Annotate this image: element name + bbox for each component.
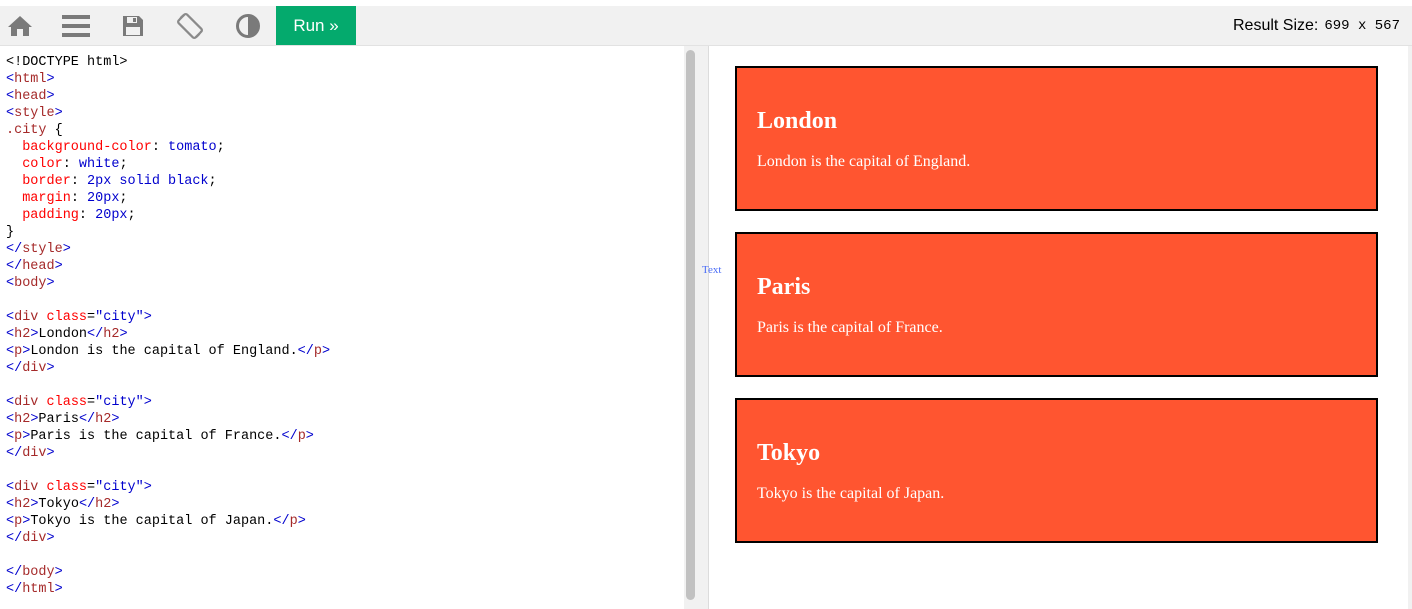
scrollbar-thumb[interactable]: [686, 50, 695, 600]
result-size-value: 699 x 567: [1324, 17, 1400, 34]
home-icon[interactable]: [0, 6, 40, 45]
city-card-tokyo: Tokyo Tokyo is the capital of Japan.: [735, 398, 1378, 543]
code-line[interactable]: padding: 20px;: [6, 207, 330, 224]
pane-divider[interactable]: [698, 46, 709, 609]
result-edge: [1408, 46, 1412, 609]
code-line[interactable]: <div class="city">: [6, 309, 330, 326]
code-line[interactable]: <html>: [6, 71, 330, 88]
code-line[interactable]: <style>: [6, 105, 330, 122]
city-heading: Tokyo: [757, 440, 821, 466]
menu-icon[interactable]: [56, 6, 96, 45]
code-line[interactable]: [6, 377, 330, 394]
code-line[interactable]: </div>: [6, 445, 330, 462]
code-line[interactable]: [6, 547, 330, 564]
code-line[interactable]: color: white;: [6, 156, 330, 173]
code-line[interactable]: </style>: [6, 241, 330, 258]
code-line[interactable]: [6, 292, 330, 309]
result-pane: Text London London is the capital of Eng…: [702, 46, 1408, 609]
code-line[interactable]: <p>Paris is the capital of France.</p>: [6, 428, 330, 445]
code-line[interactable]: <h2>Tokyo</h2>: [6, 496, 330, 513]
code-line[interactable]: <!DOCTYPE html>: [6, 54, 330, 71]
code-line[interactable]: <h2>Paris</h2>: [6, 411, 330, 428]
code-line[interactable]: }: [6, 224, 330, 241]
rotate-icon[interactable]: [170, 6, 210, 45]
code-line[interactable]: border: 2px solid black;: [6, 173, 330, 190]
code-line[interactable]: background-color: tomato;: [6, 139, 330, 156]
code-editor[interactable]: <!DOCTYPE html> <html> <head> <style> .city …: [0, 46, 684, 609]
code-line[interactable]: <body>: [6, 275, 330, 292]
city-text: Paris is the capital of France.: [757, 319, 943, 336]
result-size-label: Result Size:: [1233, 16, 1319, 34]
code-line[interactable]: </html>: [6, 581, 330, 598]
city-card-london: London London is the capital of England.: [735, 66, 1378, 211]
code-line[interactable]: [6, 462, 330, 479]
city-heading: London: [757, 108, 838, 134]
text-label: Text: [702, 264, 722, 276]
code-content[interactable]: <!DOCTYPE html> <html> <head> <style> .city …: [6, 54, 330, 598]
contrast-icon[interactable]: [228, 6, 268, 45]
toolbar: Run » Result Size: 699 x 567: [0, 6, 1412, 46]
code-line[interactable]: </div>: [6, 530, 330, 547]
code-line[interactable]: margin: 20px;: [6, 190, 330, 207]
code-line[interactable]: <p>London is the capital of England.</p>: [6, 343, 330, 360]
city-card-paris: Paris Paris is the capital of France.: [735, 232, 1378, 377]
city-text: London is the capital of England.: [757, 153, 971, 170]
run-button[interactable]: Run »: [276, 6, 356, 45]
editor-scrollbar[interactable]: [684, 46, 698, 609]
code-line[interactable]: </div>: [6, 360, 330, 377]
code-line[interactable]: .city {: [6, 122, 330, 139]
code-line[interactable]: <h2>London</h2>: [6, 326, 330, 343]
code-line[interactable]: <div class="city">: [6, 394, 330, 411]
result-size: Result Size: 699 x 567: [1233, 6, 1400, 45]
code-line[interactable]: <head>: [6, 88, 330, 105]
city-text: Tokyo is the capital of Japan.: [757, 485, 945, 502]
code-line[interactable]: </body>: [6, 564, 330, 581]
code-line[interactable]: </head>: [6, 258, 330, 275]
code-line[interactable]: <p>Tokyo is the capital of Japan.</p>: [6, 513, 330, 530]
code-line[interactable]: <div class="city">: [6, 479, 330, 496]
save-icon[interactable]: [113, 6, 153, 45]
city-heading: Paris: [757, 274, 811, 300]
